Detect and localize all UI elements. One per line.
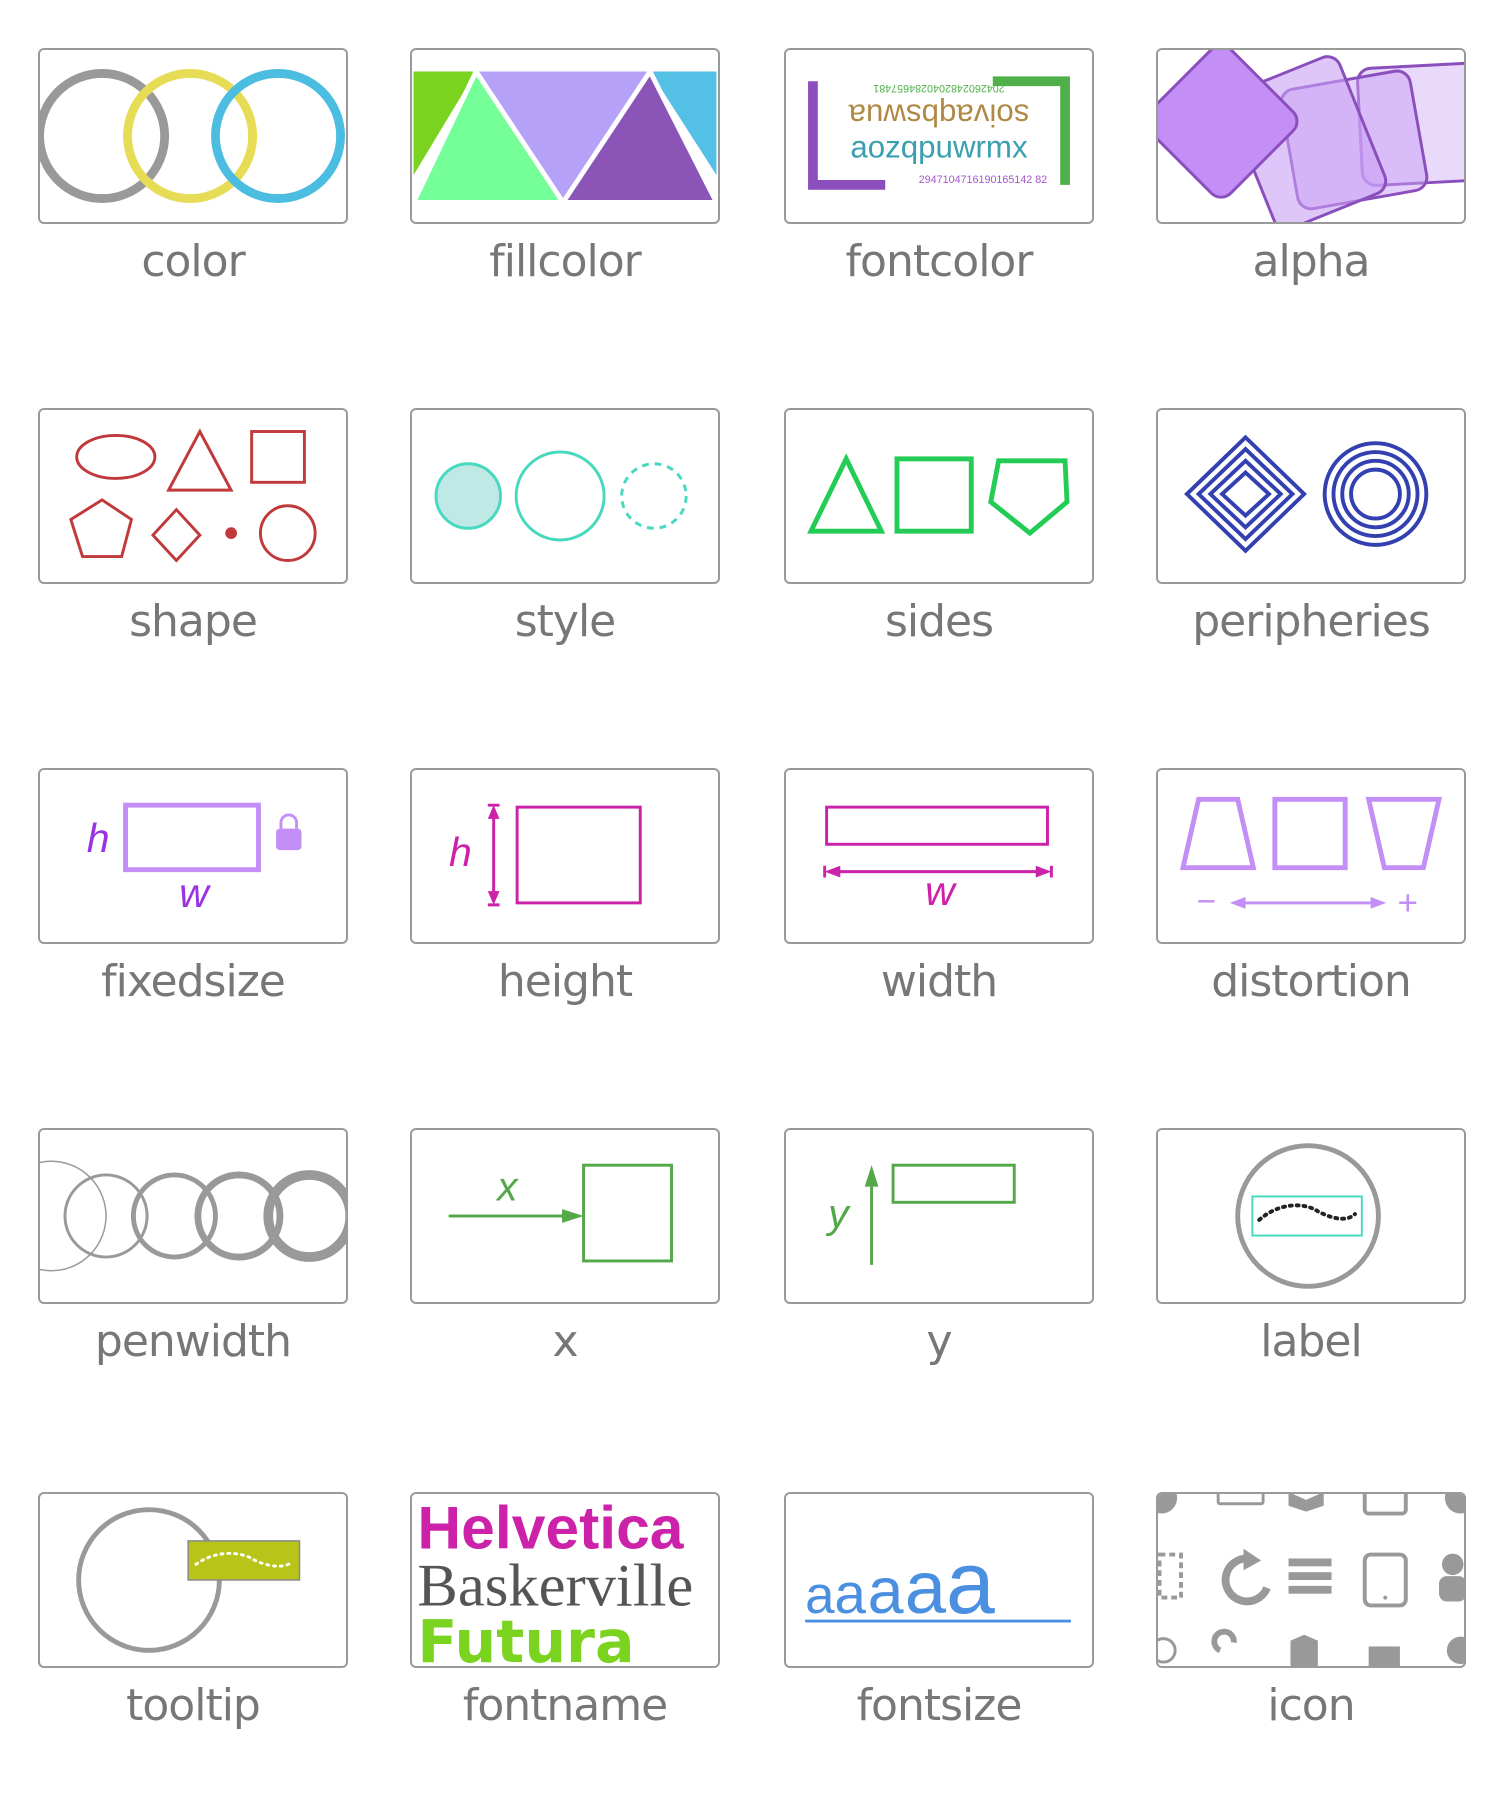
- width-thumbnail[interactable]: w: [784, 768, 1094, 944]
- tooltip-caption: tooltip: [126, 1680, 261, 1731]
- fixedsize-caption: fixedsize: [101, 956, 286, 1007]
- width-illustration: w: [823, 805, 1053, 914]
- height-h-label: h: [449, 829, 472, 875]
- fixedsize-w-label: w: [179, 870, 211, 916]
- fontname-illustration: Helvetica Baskerville Futura: [417, 1494, 693, 1666]
- distortion-illustration: − +: [1179, 796, 1443, 923]
- label-illustration: [1235, 1143, 1381, 1289]
- distortion-minus: −: [1197, 884, 1216, 921]
- peripheries-illustration: [1184, 434, 1429, 554]
- x-thumbnail[interactable]: x: [410, 1128, 720, 1304]
- fontname-futura-sample: Futura: [417, 1608, 634, 1666]
- style-caption: style: [514, 596, 617, 647]
- fontcolor-bottom-digits: 2947104716190165142 82: [919, 174, 1048, 186]
- shape-thumbnail[interactable]: [38, 408, 348, 584]
- color-thumbnail[interactable]: [38, 48, 348, 224]
- sides-illustration: [807, 453, 1070, 537]
- fontcolor-illustration: 2042602482040284657481 soivaqbswua aozqp…: [808, 76, 1070, 190]
- fontcolor-main-line: aozqpuwrmx: [850, 130, 1028, 165]
- fontsize-illustration: a a a a a aaaaa: [788, 1494, 1071, 1632]
- penwidth-illustration: [40, 1160, 346, 1272]
- fixedsize-thumbnail[interactable]: h w: [38, 768, 348, 944]
- alpha-illustration: [1158, 50, 1464, 222]
- height-thumbnail[interactable]: h: [410, 768, 720, 944]
- width-w-label: w: [925, 868, 957, 914]
- alpha-thumbnail[interactable]: [1156, 48, 1466, 224]
- fontsize-caption: fontsize: [856, 1680, 1023, 1731]
- x-illustration: x: [448, 1163, 673, 1263]
- svg-text:a: a: [946, 1533, 995, 1632]
- fontsize-sample-text: aaaaa: [788, 1494, 791, 1495]
- svg-text:a: a: [805, 1566, 835, 1625]
- sides-thumbnail[interactable]: [784, 408, 1094, 584]
- fontcolor-caption: fontcolor: [845, 236, 1034, 287]
- fontsize-thumbnail[interactable]: a a a a a aaaaa: [784, 1492, 1094, 1668]
- fontname-thumbnail[interactable]: Helvetica Baskerville Futura: [410, 1492, 720, 1668]
- style-thumbnail[interactable]: [410, 408, 720, 584]
- fillcolor-thumbnail[interactable]: [410, 48, 720, 224]
- y-illustration: y: [825, 1163, 1016, 1265]
- svg-text:a: a: [868, 1555, 904, 1627]
- y-caption: y: [926, 1316, 952, 1367]
- fontcolor-top-digits: 2042602482040284657481: [873, 82, 1005, 94]
- distortion-thumbnail[interactable]: − +: [1156, 768, 1466, 944]
- tooltip-illustration: [76, 1507, 301, 1653]
- tooltip-thumbnail[interactable]: [38, 1492, 348, 1668]
- fillcolor-caption: fillcolor: [489, 236, 642, 287]
- label-caption: label: [1260, 1316, 1362, 1367]
- fontcolor-flipped-line: soivaqbswua: [848, 98, 1029, 133]
- peripheries-caption: peripheries: [1192, 596, 1431, 647]
- svg-text:a: a: [905, 1546, 947, 1629]
- sides-caption: sides: [884, 596, 994, 647]
- shape-illustration: [69, 428, 317, 563]
- x-axis-label: x: [495, 1163, 519, 1209]
- x-caption: x: [552, 1316, 578, 1367]
- alpha-caption: alpha: [1252, 236, 1371, 287]
- fixedsize-illustration: h w: [87, 802, 302, 916]
- color-caption: color: [141, 236, 245, 287]
- icon-thumbnail[interactable]: [1156, 1492, 1466, 1668]
- height-illustration: h: [449, 803, 642, 907]
- icon-caption: icon: [1267, 1680, 1355, 1731]
- attribute-gallery: color fillcolor 2042602482040284657481 s…: [0, 0, 1510, 1796]
- fixedsize-h-label: h: [87, 815, 110, 861]
- width-caption: width: [880, 956, 998, 1007]
- penwidth-caption: penwidth: [94, 1316, 292, 1367]
- svg-text:a: a: [834, 1563, 866, 1626]
- color-illustration: [40, 69, 345, 203]
- style-illustration: [434, 450, 688, 542]
- shape-caption: shape: [129, 596, 258, 647]
- icon-illustration: [1158, 1494, 1464, 1666]
- label-thumbnail[interactable]: [1156, 1128, 1466, 1304]
- fillcolor-illustration: [412, 66, 718, 205]
- height-caption: height: [497, 956, 633, 1007]
- penwidth-thumbnail[interactable]: [38, 1128, 348, 1304]
- fontcolor-thumbnail[interactable]: 2042602482040284657481 soivaqbswua aozqp…: [784, 48, 1094, 224]
- y-thumbnail[interactable]: y: [784, 1128, 1094, 1304]
- peripheries-thumbnail[interactable]: [1156, 408, 1466, 584]
- distortion-caption: distortion: [1211, 956, 1412, 1007]
- fontname-caption: fontname: [462, 1680, 668, 1731]
- y-axis-label: y: [825, 1191, 851, 1237]
- distortion-plus: +: [1397, 884, 1418, 923]
